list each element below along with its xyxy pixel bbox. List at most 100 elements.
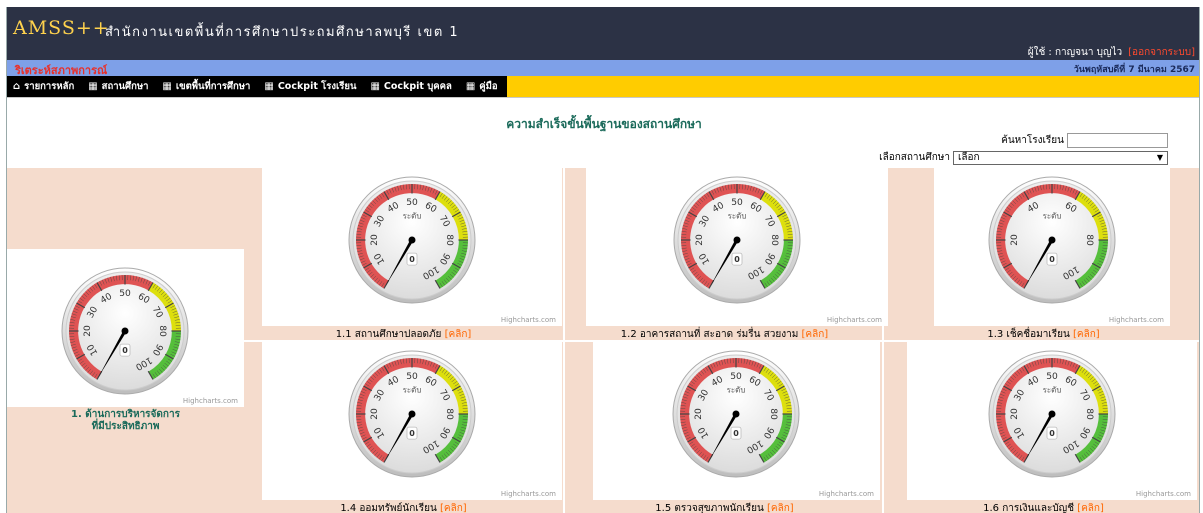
gauge-click-link[interactable]: [คลิก]: [1077, 503, 1104, 513]
select-value: เลือก: [958, 152, 980, 163]
gauge-chart[interactable]: 20 40 60 80 100 ระดับ 0 Highcharts.com: [934, 168, 1170, 326]
school-search-input[interactable]: [1067, 133, 1168, 148]
gauge-pivot: [733, 236, 741, 244]
main-gauge-caption: 1. ด้านการบริหารจัดการ ที่มีประสิทธิภาพ: [7, 409, 244, 433]
logout-link[interactable]: [ออกจากระบบ]: [1128, 47, 1195, 58]
divider: [7, 97, 1199, 98]
gauge-value-label: 0: [409, 429, 415, 438]
chevron-down-icon: ▼: [1156, 153, 1163, 162]
gauge-chart[interactable]: 10 20 30 40 50 60 70 80 90 100 ระดับ 0 Highcharts.co…: [262, 342, 562, 500]
nav-item-label: สถานศึกษา: [101, 81, 149, 92]
user-label: ผู้ใช้ : กาญจนา บุญไว: [1027, 47, 1123, 58]
chart-credit: Highcharts.com: [826, 316, 882, 324]
search-label: ค้นหาโรงเรียน: [1001, 135, 1064, 146]
gauge-chart[interactable]: 10 20 30 40 50 60 70 80 90 100 ระดับ 0 Highcharts.co…: [262, 168, 562, 326]
gauge-svg: 10203040 50 60708090100ระดับ0: [672, 350, 800, 478]
grid-icon: ▦: [465, 81, 476, 92]
gauge-unit-label: ระดับ: [1043, 211, 1062, 220]
school-select-dropdown[interactable]: เลือก ▼: [953, 150, 1168, 165]
gauge-chart[interactable]: 10 20 30 40 50 60 70 80 90 100 ระดับ 0 Highcharts.co…: [586, 168, 888, 326]
gauge-caption: 1.4 ออมทรัพย์นักเรียน [คลิก]: [244, 501, 563, 513]
gauge-cell: 20 40 60 80 100 ระดับ 0 Highcharts.com 1.3 เช็คช…: [882, 168, 1199, 340]
gauge-unit-label: ระดับ: [403, 211, 422, 220]
app-logo-text: AMSS++: [13, 17, 110, 39]
nav-item-label: Cockpit บุคคล: [383, 81, 452, 92]
nav-item-5[interactable]: ▦ คู่มือ: [466, 79, 498, 94]
grid-icon: ▦: [162, 81, 172, 92]
gauge-cell: 10 20 30 40 50 60 70 80 90 100 ระดับ 0 Highcharts.co…: [244, 168, 563, 340]
home-icon: ⌂: [13, 81, 21, 92]
chart-credit: Highcharts.com: [1135, 490, 1191, 498]
gauge-chart[interactable]: 10 20 30 40 50 60 70 80 90 100 ระดับ 0 Highcharts.co…: [593, 342, 880, 500]
grid-icon: ▦: [264, 81, 274, 92]
main-caption-line2: ที่มีประสิทธิภาพ: [91, 421, 160, 432]
gauge-caption-text: 1.4 ออมทรัพย์นักเรียน: [340, 503, 437, 513]
chart-credit: Highcharts.com: [1108, 316, 1164, 324]
gauge-click-link[interactable]: [คลิก]: [767, 503, 794, 513]
grid-icon: ▦: [370, 81, 380, 92]
gauge-tick-label: 80: [157, 325, 167, 337]
main-navbar: ⌂ รายการหลัก ▦ สถานศึกษา ▦ เขตพื้นที่การศึกษา…: [7, 76, 1199, 97]
gauge-unit-label: ระดับ: [403, 385, 422, 394]
gauge-chart[interactable]: 10 20 30 40 50 60 70 80 90 100 ระดับ 0 Highcharts.co…: [907, 342, 1197, 500]
gauge-tick-label: 80: [444, 234, 454, 246]
gauge-tick-label: 50: [1046, 372, 1058, 382]
gauge-caption-text: 1.2 อาคารสถานที่ สะอาด ร่มรื่น สวยงาม: [620, 329, 799, 340]
chart-credit: Highcharts.com: [500, 316, 556, 324]
nav-item-3[interactable]: ▦ Cockpit โรงเรียน: [264, 79, 356, 94]
nav-item-label: คู่มือ: [479, 81, 498, 92]
user-info: ผู้ใช้ : กาญจนา บุญไว [ออกจากระบบ]: [1028, 45, 1195, 60]
gauge-svg: 10203040 50 60708090100ระดับ0: [988, 350, 1116, 478]
nav-item-label: เขตพื้นที่การศึกษา: [175, 81, 251, 92]
gauge-caption: 1.6 การเงินและบัญชี [คลิก]: [884, 501, 1199, 513]
gauge-click-link[interactable]: [คลิก]: [1073, 329, 1100, 340]
school-search: ค้นหาโรงเรียน: [1001, 133, 1168, 148]
nav-menu: ⌂ รายการหลัก ▦ สถานศึกษา ▦ เขตพื้นที่การศึกษา…: [7, 76, 507, 97]
gauge-value-label: 0: [1049, 429, 1055, 438]
gauge-tick-label: 20: [370, 234, 380, 246]
chart-credit: Highcharts.com: [818, 490, 874, 498]
school-select-row: เลือกสถานศึกษา เลือก ▼: [879, 150, 1168, 165]
gauge-pivot: [121, 327, 129, 335]
gauge-value-label: 0: [122, 346, 128, 355]
gauge-svg: 10203040 50 60708090100ระดับ0: [348, 176, 476, 304]
gauge-tick-label: 20: [370, 408, 380, 420]
gauge-tick-label: 20: [695, 234, 705, 246]
gauge-pivot: [408, 410, 416, 418]
gauge-caption-text: 1.6 การเงินและบัญชี: [983, 503, 1074, 513]
nav-item-1[interactable]: ▦ สถานศึกษา: [88, 79, 148, 94]
gauge-unit-label: ระดับ: [1043, 385, 1062, 394]
gauge-unit-label: ระดับ: [728, 211, 747, 220]
nav-item-0[interactable]: ⌂ รายการหลัก: [13, 79, 74, 94]
gauge-pivot: [732, 410, 740, 418]
gauge-tick-label: 80: [769, 234, 779, 246]
app-frame: AMSS++ สำนักงานเขตพื้นที่การศึกษาประถมศึ…: [6, 7, 1200, 513]
nav-item-2[interactable]: ▦ เขตพื้นที่การศึกษา: [162, 79, 250, 94]
gauge-tick-label: 80: [1084, 234, 1094, 246]
select-label: เลือกสถานศึกษา: [879, 152, 950, 163]
gauge-tick-label: 80: [1084, 408, 1094, 420]
main-caption-line1: 1. ด้านการบริหารจัดการ: [71, 409, 180, 420]
page-title: ความสำเร็จขั้นพื้นฐานของสถานศึกษา: [506, 117, 702, 131]
gauge-cell: 10 20 30 40 50 60 70 80 90 100 ระดับ 0 Highcharts.co…: [882, 340, 1199, 513]
gauge-cell: 10 20 30 40 50 60 70 80 90 100 ระดับ 0 Highcharts.co…: [563, 340, 882, 513]
gauge-unit-label: ระดับ: [727, 385, 746, 394]
gauge-click-link[interactable]: [คลิก]: [440, 503, 467, 513]
nav-item-label: Cockpit โรงเรียน: [277, 81, 357, 92]
gauge-tick-label: 50: [119, 289, 131, 299]
gauge-value-label: 0: [733, 429, 739, 438]
nav-item-4[interactable]: ▦ Cockpit บุคคล: [370, 79, 451, 94]
gauge-tick-label: 20: [694, 408, 704, 420]
gauge-svg: 10203040 50 60708090100ระดับ0: [348, 350, 476, 478]
gauge-caption: 1.5 ตรวจสุขภาพนักเรียน [คลิก]: [565, 501, 884, 513]
gauge-tick-label: 50: [406, 198, 418, 208]
main-gauge-panel: 10 20 30 40 50 60 70 80 90 100 0 Highcharts.com 1.…: [7, 168, 244, 513]
gauge-tick-label: 50: [406, 372, 418, 382]
gauge-caption-text: 1.3 เช็คชื่อมาเรียน: [987, 329, 1070, 340]
gauge-click-link[interactable]: [คลิก]: [445, 329, 472, 340]
gauge-svg: 10203040 50 607080901000: [61, 267, 189, 395]
gauge-click-link[interactable]: [คลิก]: [802, 329, 829, 340]
main-gauge-chart[interactable]: 10 20 30 40 50 60 70 80 90 100 0 Highcharts.com: [7, 249, 244, 407]
gauge-value-label: 0: [734, 255, 740, 264]
sub-gauge-grid: 10 20 30 40 50 60 70 80 90 100 ระดับ 0 Highcharts.co…: [244, 168, 1199, 513]
